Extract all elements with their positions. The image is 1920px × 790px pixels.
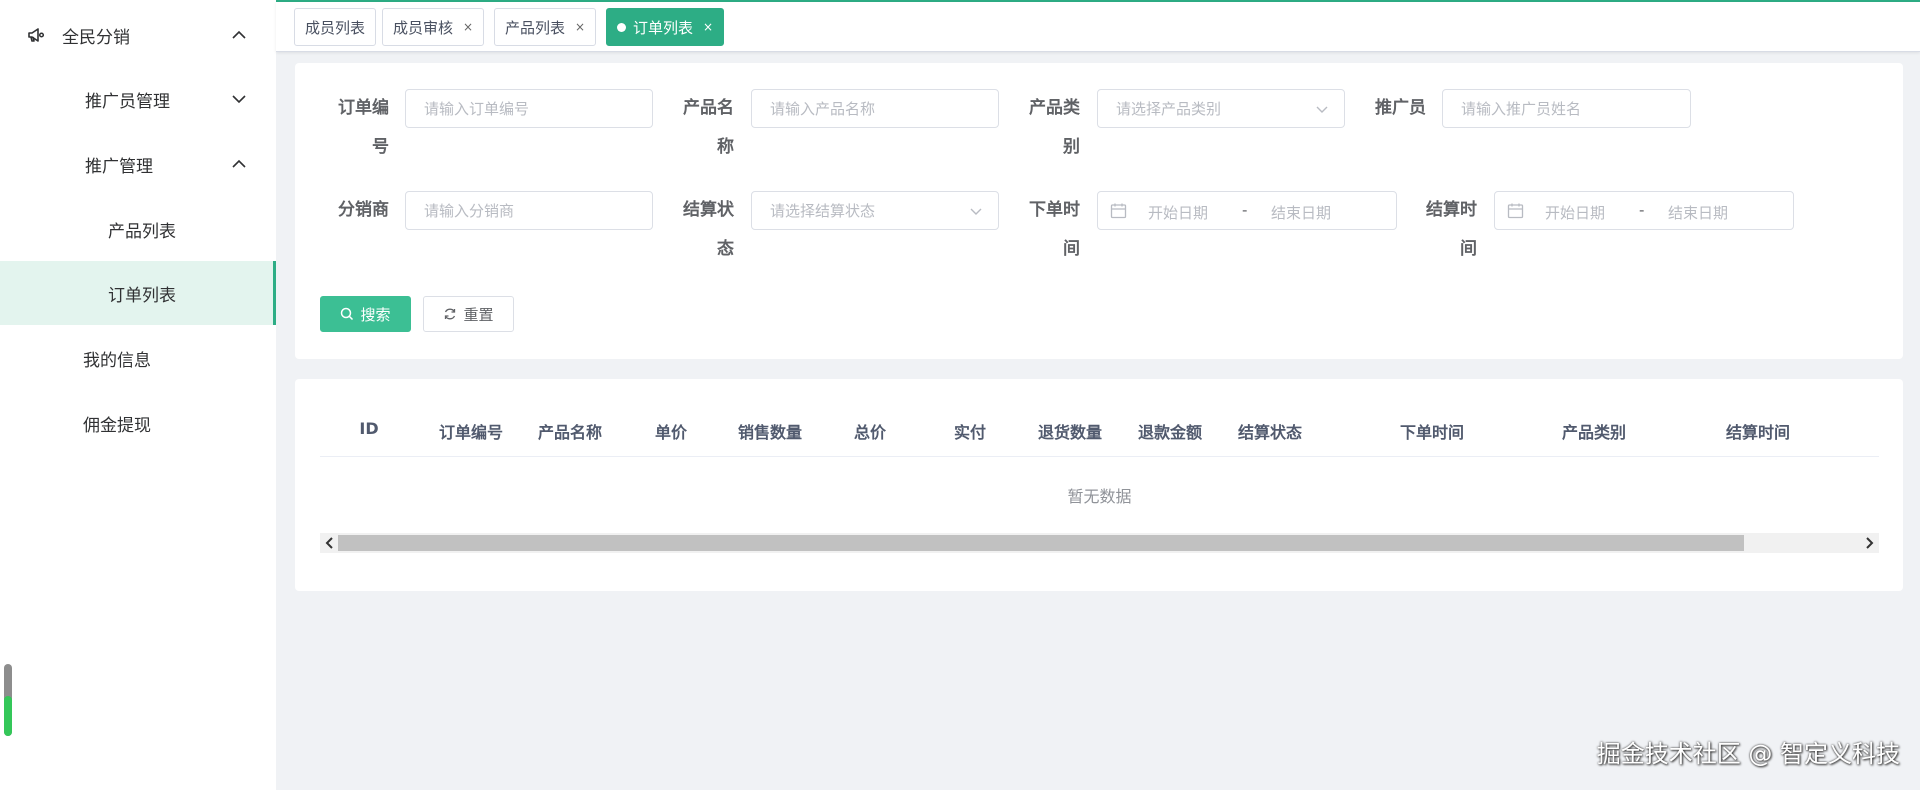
scrollbar-thumb[interactable] <box>338 535 1744 551</box>
tab-label: 订单列表 <box>633 18 694 37</box>
menu-label: 产品列表 <box>108 221 176 242</box>
select-placeholder: 请选择产品类别 <box>1116 100 1222 118</box>
menu-label: 佣金提现 <box>83 415 151 436</box>
megaphone-icon <box>26 25 46 45</box>
distributor-label: 分销商 <box>338 200 389 220</box>
menu-product-list[interactable]: 产品列表 <box>0 197 272 261</box>
menu-commission-withdraw[interactable]: 佣金提现 <box>0 391 272 455</box>
column-header: 结算时间 <box>1725 423 1790 442</box>
promoter-label: 推广员 <box>1375 98 1426 118</box>
product-name-label: 产品名称 <box>683 98 734 157</box>
product-type-select[interactable]: 请选择产品类别 <box>1097 89 1345 128</box>
close-icon[interactable]: × <box>463 20 473 34</box>
chevron-down-icon <box>230 90 248 108</box>
reset-button-label: 重置 <box>463 305 494 324</box>
order-time-range[interactable]: 开始日期 - 结束日期 <box>1097 191 1397 230</box>
range-separator: - <box>1639 201 1645 219</box>
order-no-input[interactable] <box>405 89 653 128</box>
start-date-placeholder: 开始日期 <box>1545 204 1606 222</box>
menu-label: 订单列表 <box>108 285 176 306</box>
search-button[interactable]: 搜索 <box>320 296 411 332</box>
tab-member-list[interactable]: 成员列表 <box>294 8 377 46</box>
tab-order-list[interactable]: 订单列表 × <box>606 8 725 46</box>
end-date-placeholder: 结束日期 <box>1271 204 1332 222</box>
active-dot-icon <box>617 22 626 32</box>
chevron-up-icon <box>230 26 248 44</box>
horizontal-scrollbar[interactable] <box>320 533 1879 553</box>
search-button-label: 搜索 <box>360 305 391 324</box>
close-icon[interactable]: × <box>575 20 585 34</box>
settle-time-range[interactable]: 开始日期 - 结束日期 <box>1494 191 1794 230</box>
tab-label: 成员列表 <box>305 18 366 37</box>
menu-my-info[interactable]: 我的信息 <box>0 326 272 390</box>
menu-label: 我的信息 <box>83 350 151 371</box>
range-separator: - <box>1242 201 1248 219</box>
end-date-placeholder: 结束日期 <box>1668 204 1729 222</box>
settle-time-label: 结算时间 <box>1426 200 1477 259</box>
order-table-panel: ID 订单编号 产品名称 单价 销售数量 总价 实付 退货数量 退款金额 结算状态 下单时间 产品类别… <box>295 379 1903 591</box>
empty-state-text: 暂无数据 <box>1067 487 1132 506</box>
reset-button[interactable]: 重置 <box>423 296 514 332</box>
column-header: 结算状态 <box>1237 423 1302 442</box>
menu-label: 推广管理 <box>85 156 153 177</box>
gauge-fill <box>4 696 12 736</box>
chevron-down-icon <box>968 203 984 219</box>
settle-status-select[interactable]: 请选择结算状态 <box>751 191 999 230</box>
chevron-down-icon <box>1314 101 1330 117</box>
menu-root-distribution[interactable]: 全民分销 <box>0 3 272 67</box>
tab-member-review[interactable]: 成员审核 × <box>382 8 485 46</box>
side-level-gauge <box>4 664 12 736</box>
scroll-right-icon[interactable] <box>1861 535 1877 551</box>
menu-order-list[interactable]: 订单列表 <box>0 261 276 325</box>
select-placeholder: 请选择结算状态 <box>770 202 876 220</box>
table-header-divider <box>320 456 1879 457</box>
order-time-label: 下单时间 <box>1029 200 1080 259</box>
product-name-input[interactable] <box>751 89 999 128</box>
menu-label: 推广员管理 <box>85 91 170 112</box>
column-header: 下单时间 <box>1399 423 1464 442</box>
settle-status-label: 结算状态 <box>683 200 734 259</box>
sidebar: 全民分销 推广员管理 推广管理 产品列表 订单列表 我的信息 佣金提现 <box>0 0 276 790</box>
product-type-label: 产品类别 <box>1029 98 1080 157</box>
scroll-left-icon[interactable] <box>322 535 338 551</box>
search-icon <box>340 307 354 321</box>
distributor-input[interactable] <box>405 191 653 230</box>
start-date-placeholder: 开始日期 <box>1148 204 1209 222</box>
calendar-icon <box>1507 202 1524 219</box>
calendar-icon <box>1110 202 1127 219</box>
tab-product-list[interactable]: 产品列表 × <box>494 8 597 46</box>
menu-promoter-management[interactable]: 推广员管理 <box>0 67 272 131</box>
menu-promotion-management[interactable]: 推广管理 <box>0 132 272 196</box>
refresh-icon <box>443 307 457 321</box>
order-no-label: 订单编号 <box>338 98 389 157</box>
watermark-text: 掘金技术社区 @ 智定义科技 <box>1596 740 1900 768</box>
chevron-up-icon <box>230 155 248 173</box>
promoter-input[interactable] <box>1442 89 1691 128</box>
tab-label: 产品列表 <box>505 18 566 37</box>
search-form-panel: 订单编号 产品名称 产品类别 请选择产品类别 推广员 分销商 结算状态 请选择结… <box>295 63 1903 359</box>
tab-bar: 成员列表 成员审核 × 产品列表 × 订单列表 × <box>276 2 1920 52</box>
tab-label: 成员审核 <box>393 18 454 37</box>
menu-root-label: 全民分销 <box>62 27 130 48</box>
column-header: 产品类别 <box>1561 423 1626 442</box>
close-icon[interactable]: × <box>703 20 713 34</box>
